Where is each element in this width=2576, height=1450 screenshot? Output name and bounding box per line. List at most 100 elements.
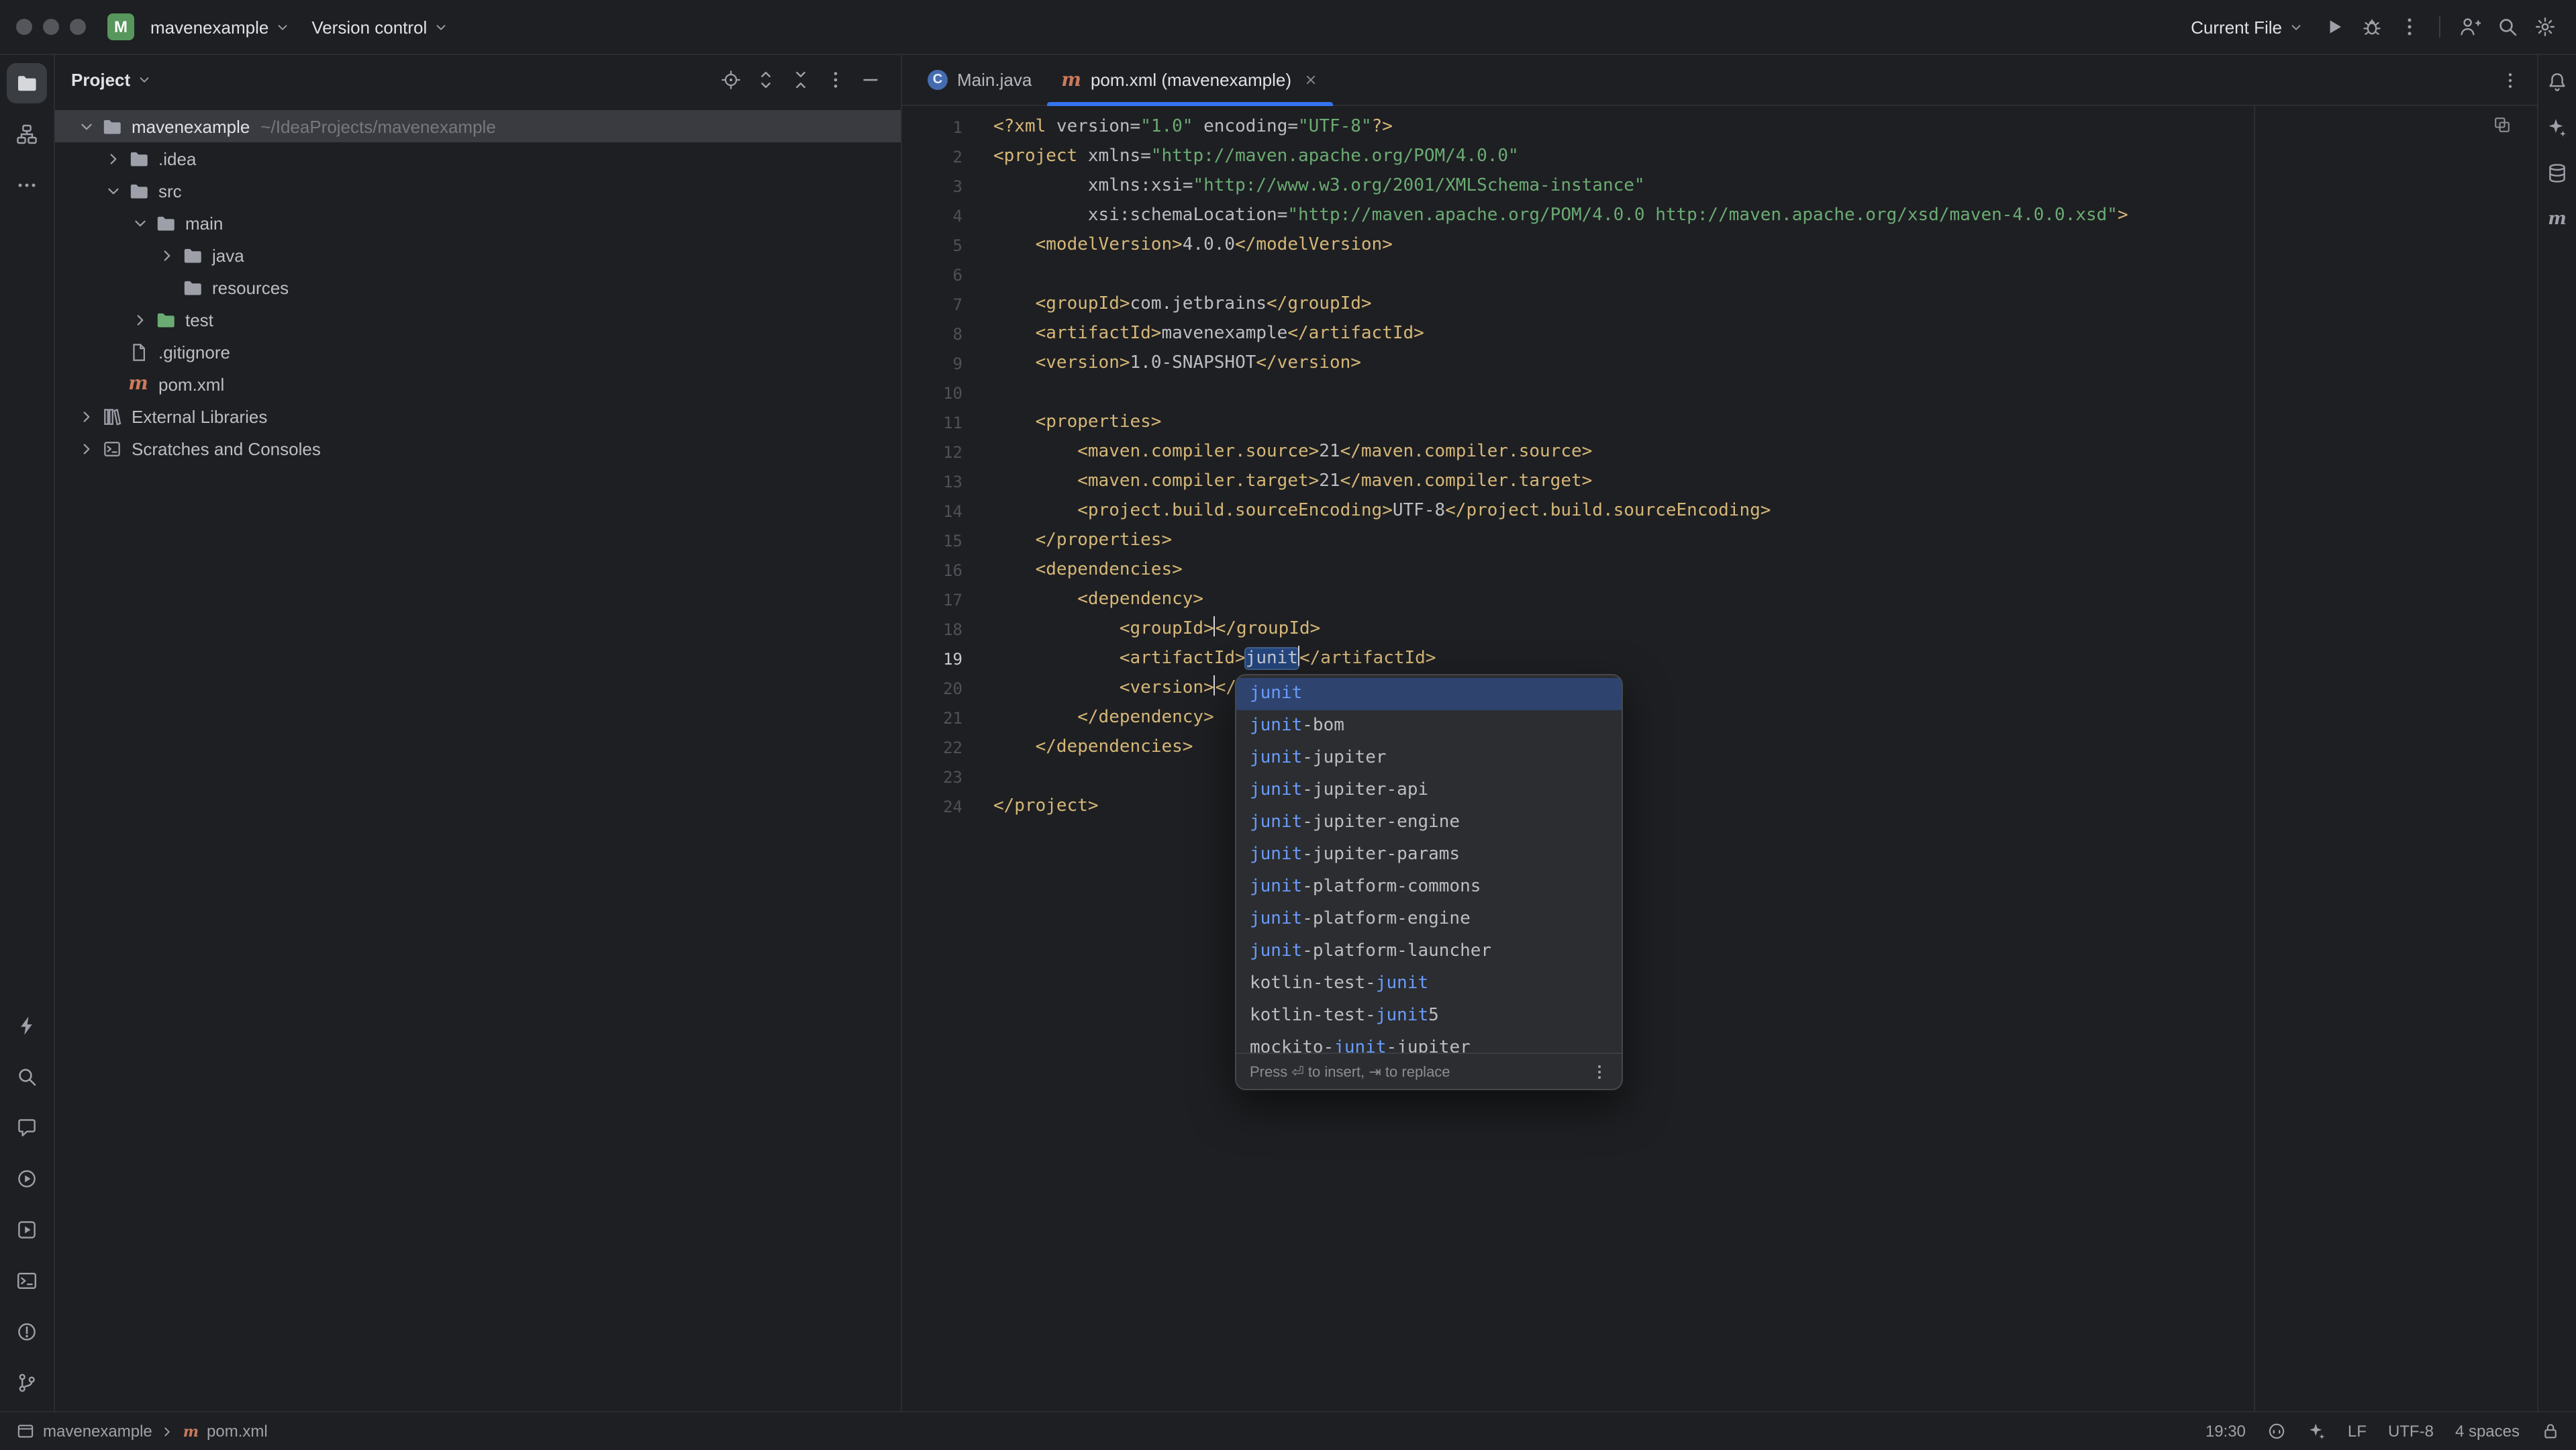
more-tool-windows-icon[interactable] bbox=[7, 165, 47, 205]
run-icon[interactable] bbox=[2317, 9, 2352, 44]
tree-item-resources[interactable]: resources bbox=[55, 271, 901, 303]
tab-options-icon[interactable] bbox=[2482, 55, 2538, 105]
project-widget[interactable]: mavenexample bbox=[140, 8, 301, 46]
chevron-right-icon[interactable] bbox=[128, 307, 152, 332]
project-window-icon[interactable] bbox=[16, 1422, 35, 1441]
code-line-22[interactable]: </dependencies> bbox=[993, 733, 2538, 763]
completion-item-junit-jupiter[interactable]: junit-jupiter bbox=[1236, 742, 1622, 775]
zoom-window-button[interactable] bbox=[70, 19, 86, 35]
expand-all-icon[interactable] bbox=[750, 65, 780, 95]
completion-item-junit-jupiter-api[interactable]: junit-jupiter-api bbox=[1236, 775, 1622, 807]
code-line-14[interactable]: <project.build.sourceEncoding>UTF-8</pro… bbox=[993, 497, 2538, 526]
debug-icon[interactable] bbox=[2355, 9, 2389, 44]
chevron-right-icon[interactable] bbox=[154, 243, 179, 267]
chevron-down-icon[interactable] bbox=[74, 114, 98, 138]
maven-icon[interactable]: m bbox=[2541, 203, 2573, 235]
tree-item-pom-xml[interactable]: mpom.xml bbox=[55, 368, 901, 400]
code-line-11[interactable]: <properties> bbox=[993, 408, 2538, 438]
code-line-5[interactable]: <modelVersion>4.0.0</modelVersion> bbox=[993, 231, 2538, 260]
options-icon[interactable] bbox=[820, 65, 850, 95]
code-line-8[interactable]: <artifactId>mavenexample</artifactId> bbox=[993, 320, 2538, 349]
tree-item-idea[interactable]: .idea bbox=[55, 142, 901, 175]
select-opened-file-icon[interactable] bbox=[715, 65, 745, 95]
close-window-button[interactable] bbox=[16, 19, 32, 35]
completion-item-junit-jupiter-params[interactable]: junit-jupiter-params bbox=[1236, 839, 1622, 871]
code-line-21[interactable]: </dependency> bbox=[993, 704, 2538, 733]
collapse-all-icon[interactable] bbox=[785, 65, 815, 95]
ai-status-icon[interactable] bbox=[2308, 1422, 2326, 1441]
minimize-window-button[interactable] bbox=[43, 19, 59, 35]
caret-position[interactable]: 19:30 bbox=[2206, 1422, 2246, 1441]
tree-item-src[interactable]: src bbox=[55, 175, 901, 207]
endpoints-icon[interactable] bbox=[7, 1006, 47, 1046]
tab-pom-xml-mavenexample[interactable]: mpom.xml (mavenexample) bbox=[1046, 55, 1333, 105]
code-line-23[interactable] bbox=[993, 763, 2538, 792]
code-line-15[interactable]: </properties> bbox=[993, 526, 2538, 556]
code-line-1[interactable]: <?xml version="1.0" encoding="UTF-8"?> bbox=[993, 113, 2538, 142]
completion-item-mockito-junit-jupiter[interactable]: mockito-junit-jupiter bbox=[1236, 1032, 1622, 1053]
tree-item-scratches-and-consoles[interactable]: Scratches and Consoles bbox=[55, 432, 901, 465]
tree-item-gitignore[interactable]: .gitignore bbox=[55, 336, 901, 368]
chevron-right-icon[interactable] bbox=[74, 404, 98, 428]
completion-item-kotlin-test-junit[interactable]: kotlin-test-junit bbox=[1236, 968, 1622, 1000]
code-line-9[interactable]: <version>1.0-SNAPSHOT</version> bbox=[993, 349, 2538, 379]
services-icon[interactable] bbox=[7, 1210, 47, 1250]
code-line-2[interactable]: <project xmlns="http://maven.apache.org/… bbox=[993, 142, 2538, 172]
inspections-widget-icon[interactable] bbox=[2493, 115, 2512, 134]
structure-icon[interactable] bbox=[7, 114, 47, 154]
project-panel-title[interactable]: Project bbox=[71, 70, 130, 90]
chevron-right-icon[interactable] bbox=[74, 436, 98, 461]
code-line-18[interactable]: <groupId></groupId> bbox=[993, 615, 2538, 644]
more-actions-icon[interactable] bbox=[2392, 9, 2427, 44]
tree-item-java[interactable]: java bbox=[55, 239, 901, 271]
code-line-10[interactable] bbox=[993, 379, 2538, 408]
tab-main-java[interactable]: CMain.java bbox=[913, 55, 1046, 105]
completion-item-junit-platform-commons[interactable]: junit-platform-commons bbox=[1236, 871, 1622, 904]
ai-chat-icon[interactable] bbox=[7, 1108, 47, 1148]
chevron-down-icon[interactable] bbox=[137, 72, 152, 87]
run-configuration-widget[interactable]: Current File bbox=[2180, 8, 2314, 46]
version-control-icon[interactable] bbox=[7, 1363, 47, 1403]
code-line-20[interactable]: <version></version> bbox=[993, 674, 2538, 704]
chevron-down-icon[interactable] bbox=[128, 211, 152, 235]
code-editor[interactable]: 123456789101112131415161718192021222324 … bbox=[902, 106, 2538, 1411]
code-line-4[interactable]: xsi:schemaLocation="http://maven.apache.… bbox=[993, 201, 2538, 231]
file-writable-icon[interactable] bbox=[2541, 1422, 2560, 1441]
chevron-down-icon[interactable] bbox=[101, 179, 125, 203]
code-line-12[interactable]: <maven.compiler.source>21</maven.compile… bbox=[993, 438, 2538, 467]
breadcrumb-file[interactable]: pom.xml bbox=[207, 1422, 268, 1441]
problems-icon[interactable] bbox=[7, 1312, 47, 1352]
vcs-widget[interactable]: Version control bbox=[301, 8, 459, 46]
code-line-24[interactable]: </project> bbox=[993, 792, 2538, 822]
code-line-16[interactable]: <dependencies> bbox=[993, 556, 2538, 585]
completion-item-junit[interactable]: junit bbox=[1236, 678, 1622, 710]
database-icon[interactable] bbox=[2541, 157, 2573, 189]
terminal-icon[interactable] bbox=[7, 1261, 47, 1301]
settings-icon[interactable] bbox=[2528, 9, 2563, 44]
breadcrumb-project[interactable]: mavenexample bbox=[43, 1422, 152, 1441]
completion-item-junit-platform-launcher[interactable]: junit-platform-launcher bbox=[1236, 936, 1622, 968]
completion-options-icon[interactable] bbox=[1591, 1063, 1608, 1080]
code-line-6[interactable] bbox=[993, 260, 2538, 290]
completion-item-junit-platform-engine[interactable]: junit-platform-engine bbox=[1236, 904, 1622, 936]
code-line-7[interactable]: <groupId>com.jetbrains</groupId> bbox=[993, 290, 2538, 320]
completion-item-junit-bom[interactable]: junit-bom bbox=[1236, 710, 1622, 742]
notifications-icon[interactable] bbox=[2541, 66, 2573, 98]
completion-item-kotlin-test-junit5[interactable]: kotlin-test-junit5 bbox=[1236, 1000, 1622, 1032]
tree-item-test[interactable]: test bbox=[55, 303, 901, 336]
project-icon[interactable] bbox=[7, 63, 47, 103]
find-icon[interactable] bbox=[7, 1057, 47, 1097]
chevron-right-icon[interactable] bbox=[101, 146, 125, 171]
indent-style[interactable]: 4 spaces bbox=[2455, 1422, 2520, 1441]
tree-item-external-libraries[interactable]: External Libraries bbox=[55, 400, 901, 432]
file-encoding[interactable]: UTF-8 bbox=[2388, 1422, 2434, 1441]
code-line-13[interactable]: <maven.compiler.target>21</maven.compile… bbox=[993, 467, 2538, 497]
search-everywhere-icon[interactable] bbox=[2490, 9, 2525, 44]
ai-assistant-icon[interactable] bbox=[2541, 111, 2573, 144]
code-with-me-icon[interactable] bbox=[2453, 9, 2487, 44]
tree-item-main[interactable]: main bbox=[55, 207, 901, 239]
completion-item-junit-jupiter-engine[interactable]: junit-jupiter-engine bbox=[1236, 807, 1622, 839]
copilot-status-icon[interactable] bbox=[2267, 1422, 2286, 1441]
run-tool-icon[interactable] bbox=[7, 1159, 47, 1199]
code-line-19[interactable]: <artifactId>junit</artifactId> bbox=[993, 644, 2538, 674]
